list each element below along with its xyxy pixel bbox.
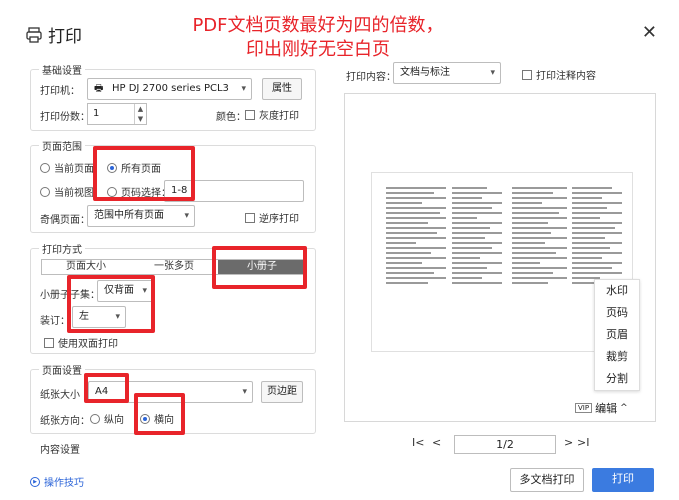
highlight-page-range	[93, 146, 195, 201]
page-range-title: 页面范围	[39, 138, 85, 153]
tips-link[interactable]: ▶ 操作技巧	[30, 474, 84, 489]
chevron-down-icon: ▾	[242, 387, 247, 397]
chevron-down-icon: ▾	[241, 84, 246, 94]
preview-column	[452, 185, 502, 341]
preview-column	[386, 185, 446, 341]
print-button[interactable]: 打印	[592, 468, 654, 492]
tab-page-size[interactable]: 页面大小	[42, 260, 130, 274]
reverse-checkbox[interactable]: 逆序打印	[245, 210, 299, 225]
page-indicator[interactable]: 1/2	[454, 435, 556, 454]
printer-select[interactable]: 🖶 HP DJ 2700 series PCL3 ▾	[87, 78, 252, 100]
checkbox-box[interactable]	[44, 337, 54, 348]
odd-even-select[interactable]: 范围中所有页面 ▾	[87, 205, 195, 227]
reverse-label: 逆序打印	[259, 214, 299, 225]
checkbox-box[interactable]	[245, 212, 255, 223]
first-page-button[interactable]: I<	[412, 436, 424, 449]
paper-size-label: 纸张大小	[40, 390, 80, 401]
grayscale-label: 灰度打印	[259, 111, 299, 122]
properties-button[interactable]: 属性	[262, 78, 302, 100]
prev-page-button[interactable]: <	[432, 436, 441, 449]
highlight-booklet-tab	[212, 246, 307, 289]
checkbox-box[interactable]	[522, 69, 532, 80]
content-settings-label: 内容设置	[40, 445, 80, 456]
play-circle-icon: ▶	[30, 476, 40, 487]
menu-item-header[interactable]: 页眉	[595, 324, 639, 346]
edit-button[interactable]: VIP 编辑 ^	[575, 400, 628, 416]
preview-column	[512, 185, 567, 341]
next-page-button[interactable]: >	[564, 436, 573, 449]
duplex-label: 使用双面打印	[58, 339, 118, 350]
last-page-button[interactable]: >I	[577, 436, 589, 449]
odd-even-value: 范围中所有页面	[94, 210, 164, 221]
annotation-line-2: 印出刚好无空白页	[246, 39, 390, 60]
page-setup-title: 页面设置	[39, 362, 85, 377]
chevron-down-icon: ▾	[184, 211, 189, 221]
highlight-paper-size	[84, 373, 129, 403]
radio-portrait[interactable]: 纵向	[90, 411, 124, 426]
menu-item-watermark[interactable]: 水印	[595, 280, 639, 302]
portrait-label: 纵向	[104, 415, 124, 426]
vip-badge: VIP	[575, 403, 593, 413]
chevron-down-icon: ▾	[490, 68, 495, 78]
duplex-checkbox[interactable]: 使用双面打印	[44, 335, 118, 350]
edit-menu: 水印 页码 页眉 裁剪 分割	[594, 279, 640, 391]
highlight-booklet-options	[67, 275, 155, 333]
multi-document-print-button[interactable]: 多文档打印	[510, 468, 584, 492]
printer-icon	[26, 26, 42, 43]
print-annotations-label: 打印注释内容	[536, 71, 596, 82]
print-content-value: 文档与标注	[400, 67, 450, 78]
edit-label: 编辑	[595, 402, 618, 415]
printer-icon-small: 🖶	[94, 83, 104, 94]
binding-label: 装订：	[40, 316, 70, 327]
menu-item-crop[interactable]: 裁剪	[595, 346, 639, 368]
checkbox-box[interactable]	[245, 109, 255, 120]
print-content-label: 打印内容：	[346, 72, 396, 83]
tab-multi-page[interactable]: 一张多页	[130, 260, 218, 274]
color-label: 颜色：	[216, 112, 246, 123]
current-page-label: 当前页面	[54, 164, 94, 175]
print-content-select[interactable]: 文档与标注 ▾	[393, 62, 501, 84]
copies-value: 1	[93, 108, 100, 119]
basic-settings-title: 基础设置	[39, 62, 85, 77]
radio-current-page[interactable]: 当前页面	[40, 160, 94, 175]
current-view-label: 当前视图	[54, 188, 94, 199]
printer-label: 打印机：	[40, 86, 80, 97]
dialog-title-text: 打印	[48, 27, 82, 47]
print-annotations-checkbox[interactable]: 打印注释内容	[522, 67, 596, 82]
printer-value: HP DJ 2700 series PCL3	[112, 83, 229, 94]
chevron-up-icon: ^	[620, 403, 628, 413]
stepper-arrows[interactable]: ▲ ▼	[134, 104, 146, 124]
dialog-title: 打印	[26, 22, 82, 47]
radio-circle[interactable]	[90, 413, 100, 424]
annotation-text: PDF文档页数最好为四的倍数， 印出刚好无空白页	[168, 14, 468, 62]
radio-circle[interactable]	[40, 162, 50, 173]
highlight-landscape	[134, 393, 185, 435]
copies-label: 打印份数：	[40, 112, 90, 123]
radio-current-view[interactable]: 当前视图	[40, 184, 94, 199]
menu-item-page-number[interactable]: 页码	[595, 302, 639, 324]
print-mode-title: 打印方式	[39, 241, 85, 256]
tips-label: 操作技巧	[44, 478, 84, 489]
radio-circle[interactable]	[40, 186, 50, 197]
copies-stepper[interactable]: 1 ▲ ▼	[87, 103, 147, 125]
margin-button[interactable]: 页边距	[261, 381, 303, 403]
close-icon[interactable]: ✕	[642, 22, 657, 43]
grayscale-checkbox[interactable]: 灰度打印	[245, 107, 299, 122]
menu-item-split[interactable]: 分割	[595, 368, 639, 390]
odd-even-label: 奇偶页面：	[40, 215, 90, 226]
annotation-line-1: PDF文档页数最好为四的倍数，	[192, 15, 444, 36]
orientation-label: 纸张方向：	[40, 416, 90, 427]
